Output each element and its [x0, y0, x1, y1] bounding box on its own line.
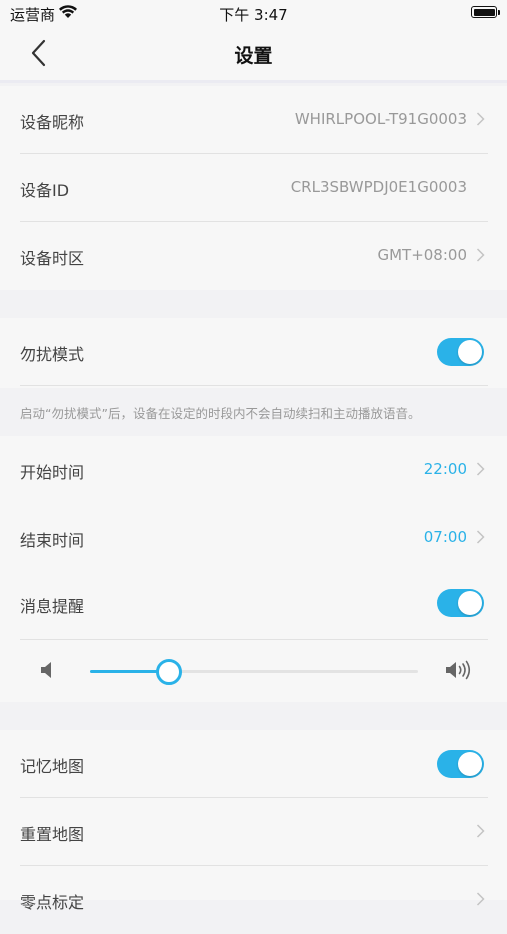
device-id-value: CRL3SBWPDJ0E1G0003 [290, 178, 467, 196]
device-id-label: 设备ID [20, 181, 70, 200]
memory-map-toggle[interactable] [437, 750, 484, 778]
end-time-row[interactable]: 结束时间 07:00 [0, 504, 507, 572]
device-timezone-value: GMT+08:00 [377, 246, 467, 264]
dnd-toggle[interactable] [437, 338, 484, 366]
message-reminder-label: 消息提醒 [20, 597, 85, 616]
volume-slider-thumb[interactable] [155, 659, 182, 685]
device-info-section: 设备昵称 WHIRLPOOL-T91G0003 设备ID CRL3SBWPDJ0… [0, 86, 507, 290]
toggle-knob [458, 752, 482, 776]
dnd-note-text: 启动“勿扰模式”后，设备在设定的时段内不会自动续扫和主动播放语音。 [20, 406, 421, 421]
device-nickname-row[interactable]: 设备昵称 WHIRLPOOL-T91G0003 [0, 86, 507, 154]
chevron-right-icon [476, 462, 485, 476]
zero-calibration-label: 零点标定 [20, 893, 85, 912]
device-id-row: 设备ID CRL3SBWPDJ0E1G0003 [0, 154, 507, 222]
volume-slider[interactable] [90, 659, 418, 685]
memory-map-label: 记忆地图 [20, 757, 85, 776]
zero-calibration-row[interactable]: 零点标定 [0, 866, 507, 934]
dnd-schedule-section: 开始时间 22:00 结束时间 07:00 消息提醒 [0, 436, 507, 640]
start-time-row[interactable]: 开始时间 22:00 [0, 436, 507, 504]
message-reminder-toggle[interactable] [437, 589, 484, 617]
device-nickname-label: 设备昵称 [20, 113, 85, 132]
chevron-right-icon [476, 824, 485, 838]
device-timezone-row[interactable]: 设备时区 GMT+08:00 [0, 222, 507, 290]
volume-slider-row [0, 640, 507, 702]
start-time-value: 22:00 [423, 460, 467, 478]
dnd-label: 勿扰模式 [20, 345, 85, 364]
volume-high-icon [446, 660, 471, 680]
start-time-label: 开始时间 [20, 463, 85, 482]
end-time-value: 07:00 [423, 528, 467, 546]
battery-icon [471, 6, 500, 18]
reset-map-label: 重置地图 [20, 825, 85, 844]
clock: 下午 3:47 [219, 6, 288, 24]
chevron-right-icon [476, 248, 485, 262]
map-section: 记忆地图 重置地图 零点标定 [0, 730, 507, 912]
end-time-label: 结束时间 [20, 531, 85, 550]
dnd-row: 勿扰模式 [0, 318, 507, 386]
status-bar: 运营商 下午 3:47 [0, 0, 507, 28]
device-nickname-value: WHIRLPOOL-T91G0003 [294, 110, 467, 128]
message-reminder-row: 消息提醒 [0, 572, 507, 640]
reset-map-row[interactable]: 重置地图 [0, 798, 507, 866]
memory-map-row: 记忆地图 [0, 730, 507, 798]
toggle-knob [458, 340, 482, 364]
page-title: 设置 [234, 45, 273, 67]
dnd-note: 启动“勿扰模式”后，设备在设定的时段内不会自动续扫和主动播放语音。 [0, 388, 507, 436]
chevron-right-icon [476, 530, 485, 544]
volume-low-icon [41, 662, 51, 678]
toggle-knob [458, 591, 482, 615]
nav-bar: 设置 [0, 28, 507, 83]
device-timezone-label: 设备时区 [20, 249, 85, 268]
chevron-right-icon [476, 112, 485, 126]
divider [20, 385, 488, 386]
dnd-toggle-section: 勿扰模式 [0, 318, 507, 388]
chevron-right-icon [476, 892, 485, 906]
